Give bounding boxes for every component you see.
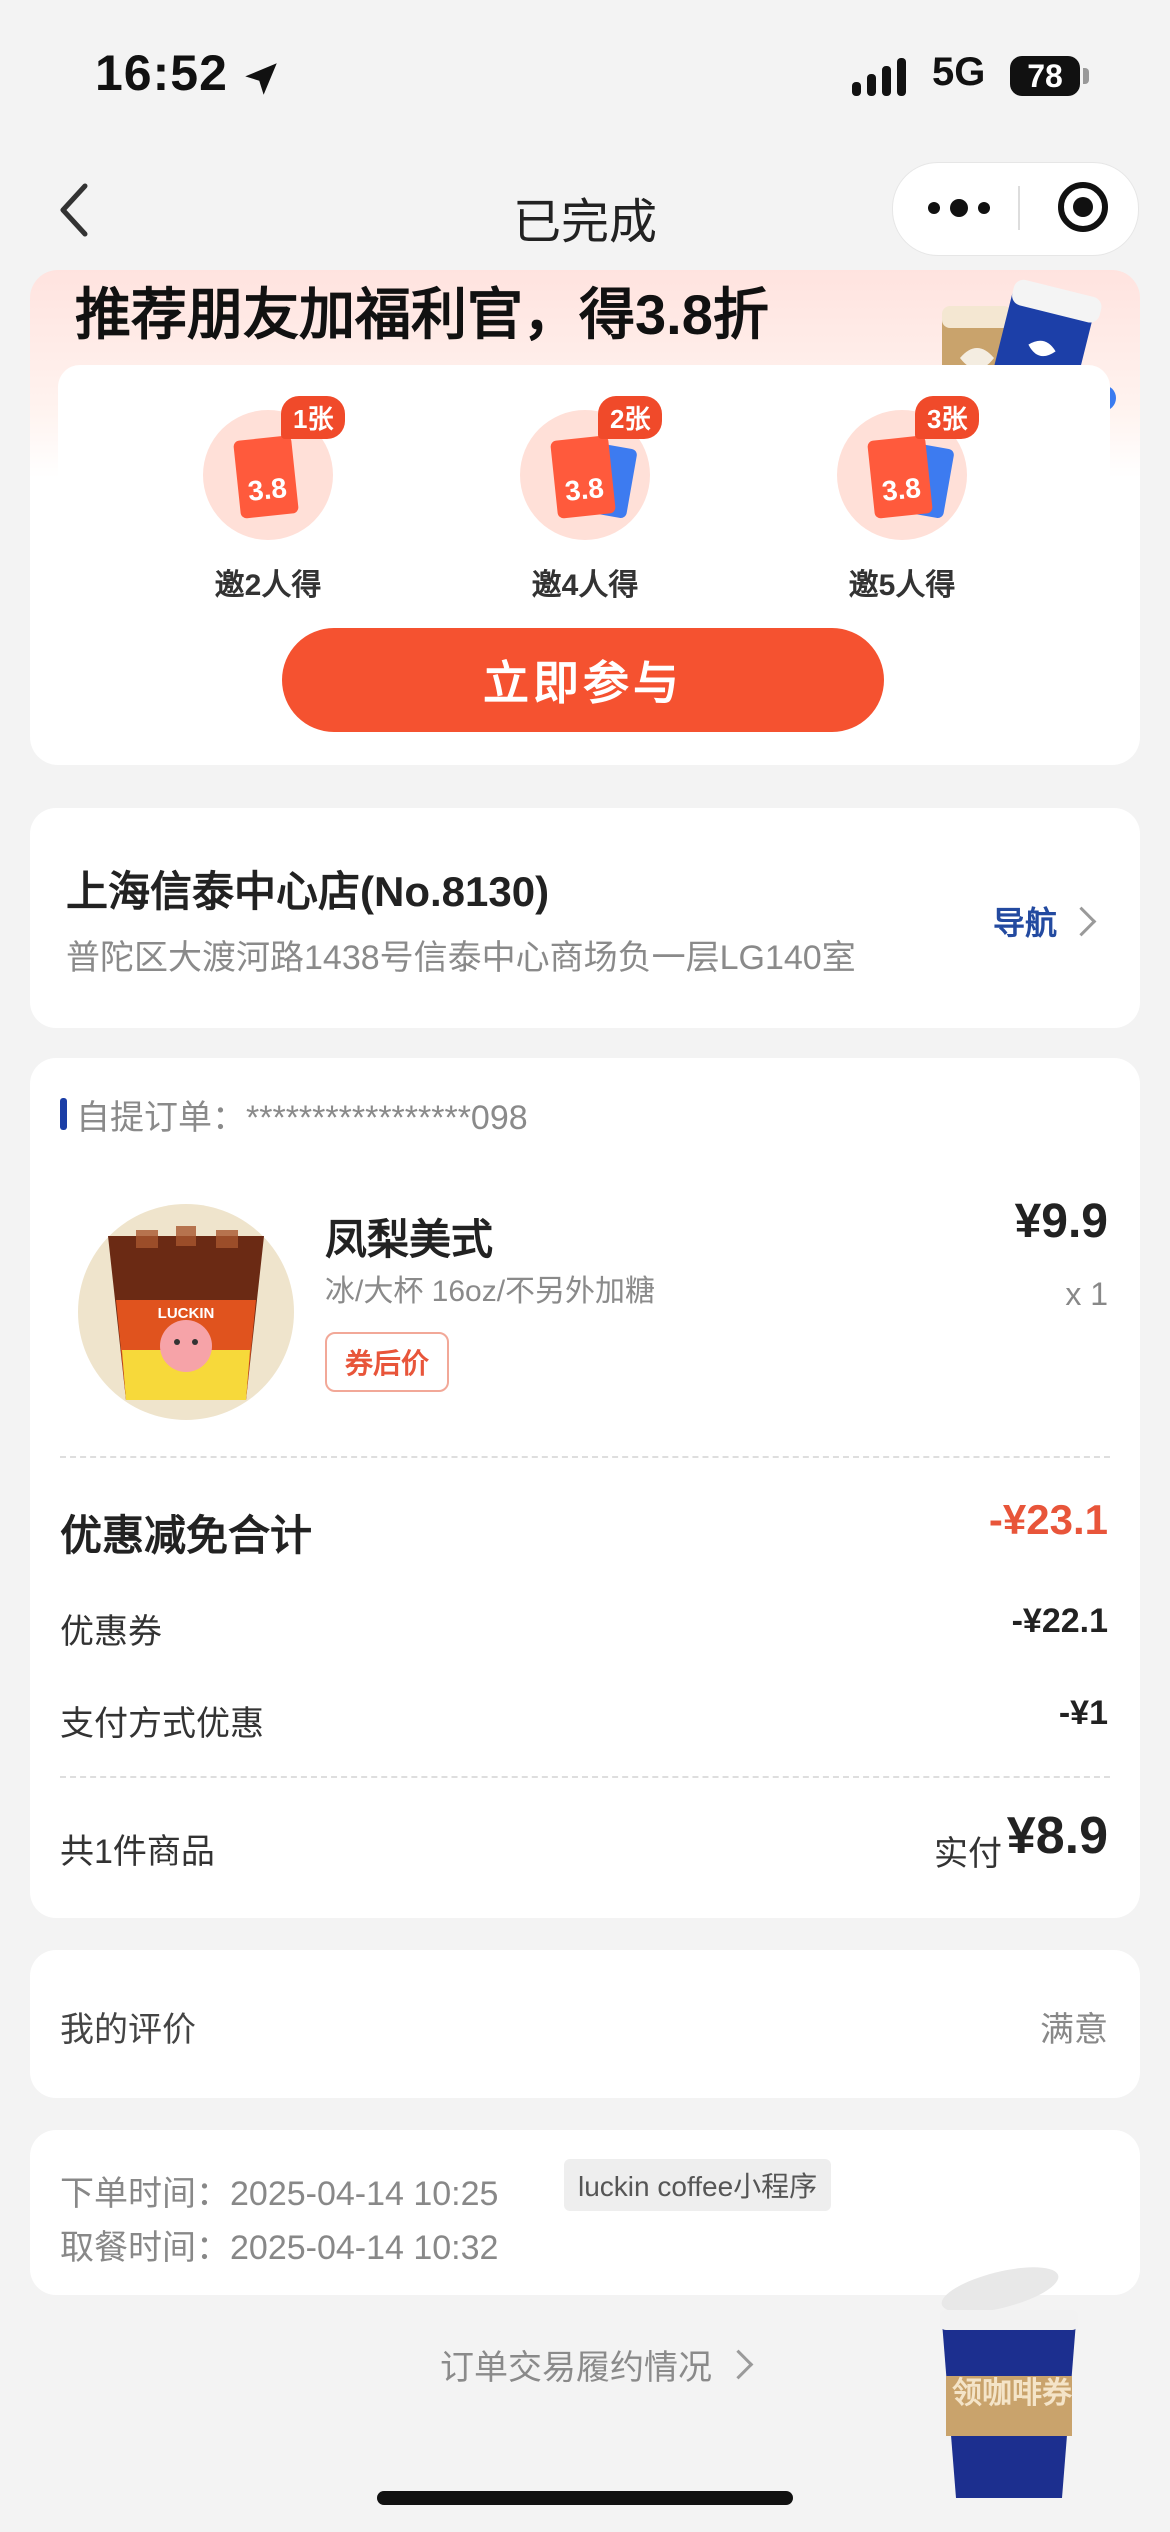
home-indicator[interactable]	[377, 2491, 793, 2505]
coupon-ticket-icon: 3.8	[867, 435, 933, 519]
product-image: LUCKIN	[78, 1204, 294, 1420]
cup-brand-text: LUCKIN	[158, 1305, 215, 1322]
divider	[60, 1456, 1110, 1458]
battery-cap	[1083, 68, 1089, 84]
divider	[60, 1776, 1110, 1778]
get-coupon-label[interactable]: 领咖啡券	[948, 2368, 1076, 2412]
chevron-right-icon	[723, 2349, 754, 2380]
discount-total-label: 优惠减免合计	[60, 1512, 313, 1559]
product-price: ¥9.9	[1014, 1195, 1108, 1248]
product-spec: 冰/大杯 16oz/不另外加糖	[325, 1275, 656, 1308]
product-name: 凤梨美式	[325, 1216, 494, 1263]
coupon-label: 优惠券	[60, 1613, 162, 1651]
order-time-label: 下单时间：	[60, 2175, 230, 2213]
review-label: 我的评价	[60, 2011, 196, 2049]
review-value: 满意	[1040, 2011, 1108, 2049]
reward-item-1: 3.8 1张 邀2人得	[158, 396, 378, 604]
store-address: 普陀区大渡河路1438号信泰中心商场负一层LG140室	[66, 939, 856, 977]
order-number-value: *****************098	[246, 1099, 528, 1137]
pickup-time-value: 2025-04-14 10:32	[230, 2229, 499, 2267]
order-time-row: 下单时间：2025-04-14 10:25	[60, 2166, 498, 2215]
reward-badge: 1张	[281, 396, 346, 439]
discount-total-value: -¥23.1	[988, 1496, 1108, 1543]
fulfillment-link[interactable]: 订单交易履约情况	[440, 2340, 754, 2389]
paid-label: 实付	[934, 1835, 1002, 1873]
battery-icon: 78	[1010, 56, 1080, 96]
order-source-tag: luckin coffee小程序	[564, 2159, 832, 2211]
reward-badge: 3张	[915, 396, 980, 439]
order-accent-bar	[60, 1098, 67, 1130]
store-name: 上海信泰中心店(No.8130)	[66, 868, 550, 915]
reward-item-2: 3.8 2张 邀4人得	[475, 396, 695, 604]
location-arrow-icon	[245, 63, 277, 95]
chevron-right-icon	[1066, 906, 1097, 936]
order-card	[30, 1058, 1140, 1918]
payment-discount-label: 支付方式优惠	[60, 1705, 264, 1743]
navigate-label: 导航	[993, 905, 1058, 941]
signal-icon	[852, 58, 906, 96]
status-time: 16:52	[95, 45, 228, 101]
coupon-ticket-icon: 3.8	[550, 435, 616, 519]
join-now-button[interactable]: 立即参与	[282, 628, 884, 732]
pickup-time-row: 取餐时间：2025-04-14 10:32	[60, 2220, 498, 2269]
navigate-link[interactable]: 导航	[993, 898, 1097, 944]
reward-badge: 2张	[598, 396, 663, 439]
product-quantity: x 1	[1065, 1276, 1108, 1312]
reward-label: 邀2人得	[214, 569, 322, 602]
fulfillment-label: 订单交易履约情况	[440, 2349, 712, 2387]
promo-title: 推荐朋友加福利官，得3.8折	[75, 283, 769, 346]
paid-amount: ¥8.9	[1006, 1807, 1108, 1865]
order-time-value: 2025-04-14 10:25	[230, 2175, 499, 2213]
capsule-divider	[1018, 186, 1020, 230]
reward-label: 邀4人得	[531, 569, 639, 602]
coupon-value: -¥22.1	[1011, 1602, 1108, 1640]
close-miniprogram-icon[interactable]	[1058, 182, 1108, 232]
order-number-label: 自提订单：	[76, 1099, 246, 1137]
item-count: 共1件商品	[60, 1833, 215, 1871]
after-coupon-tag: 券后价	[325, 1332, 450, 1392]
pickup-time-label: 取餐时间：	[60, 2229, 230, 2267]
network-type: 5G	[932, 50, 986, 94]
reward-item-3: 3.8 3张 邀5人得	[792, 396, 1012, 604]
review-card[interactable]	[30, 1950, 1140, 2098]
order-number: 自提订单：*****************098	[76, 1090, 528, 1139]
coupon-ticket-icon: 3.8	[233, 435, 299, 519]
reward-label: 邀5人得	[848, 569, 956, 602]
payment-discount-value: -¥1	[1058, 1694, 1108, 1732]
more-icon[interactable]	[928, 194, 990, 222]
